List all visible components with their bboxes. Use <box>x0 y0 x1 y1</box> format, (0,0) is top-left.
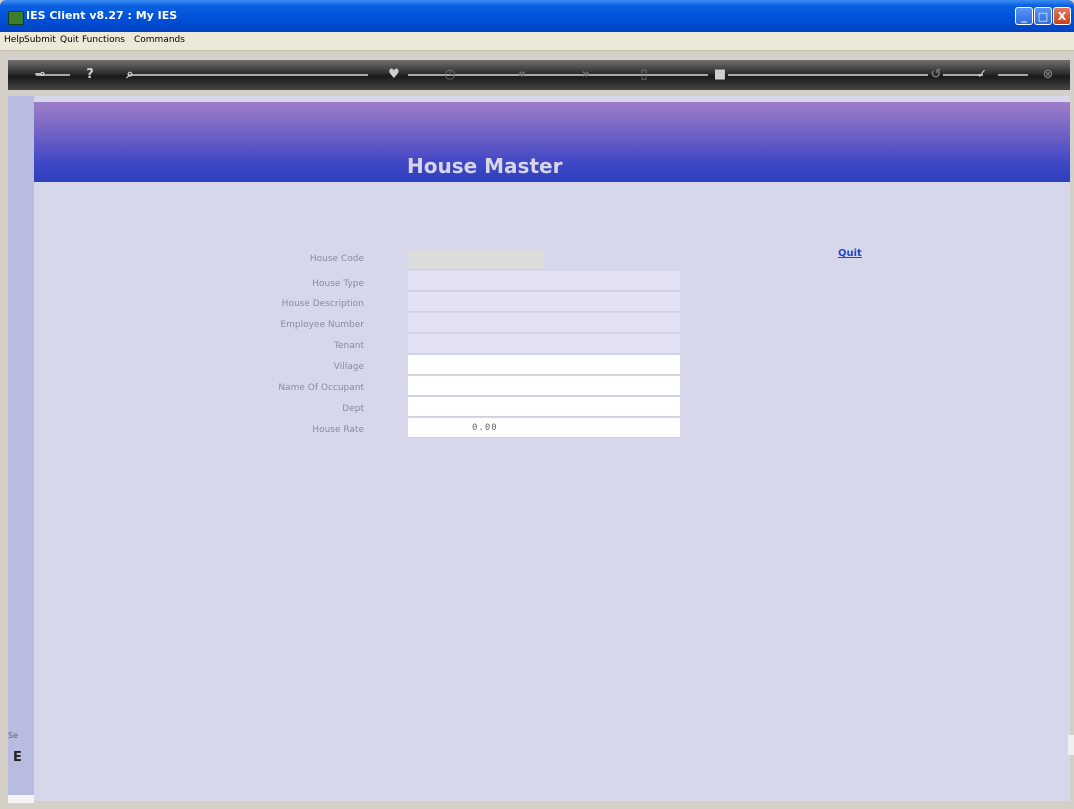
menu-commands[interactable]: Commands <box>134 35 185 45</box>
close-window-button[interactable]: X <box>1053 7 1071 25</box>
app-window: IES Client v8.27 : My IES _ □ X Help Sub… <box>0 0 1074 809</box>
header-banner: House Master <box>34 102 1070 182</box>
label-name-of-occupant: Name Of Occupant <box>278 383 364 393</box>
minimize-button[interactable]: _ <box>1015 7 1033 25</box>
section-label: Se <box>8 731 18 740</box>
document-icon[interactable]: ▯ <box>636 67 652 83</box>
app-icon <box>8 11 24 25</box>
close-icon[interactable]: ⊗ <box>1040 67 1056 83</box>
menu-functions[interactable]: Functions <box>82 35 125 45</box>
forward-icon[interactable]: » <box>578 67 594 83</box>
house-rate-value: 0.00 <box>472 423 498 433</box>
maximize-button[interactable]: □ <box>1034 7 1052 25</box>
check-icon[interactable]: ✓ <box>974 67 990 83</box>
label-house-code: House Code <box>309 254 364 264</box>
key-icon[interactable]: ⊸ <box>32 67 48 83</box>
toolbar-line <box>998 74 1028 76</box>
left-panel <box>8 96 34 801</box>
house-rate-field[interactable]: 0.00 <box>408 418 680 438</box>
window-title: IES Client v8.27 : My IES <box>26 9 178 22</box>
rewind-icon[interactable]: « <box>514 67 530 83</box>
toolbar-line <box>728 74 928 76</box>
house-type-field[interactable] <box>408 271 680 291</box>
tenant-field[interactable] <box>408 334 680 354</box>
quit-link[interactable]: Quit <box>838 248 862 259</box>
label-house-description: House Description <box>281 299 364 309</box>
label-house-type: House Type <box>312 279 364 289</box>
dept-field[interactable] <box>408 397 680 417</box>
search-icon[interactable]: ⌕ <box>122 67 138 83</box>
employee-number-field[interactable] <box>408 313 680 333</box>
toolbar-line <box>128 74 368 76</box>
page-title: House Master <box>407 154 563 178</box>
menu-submit[interactable]: Submit <box>24 35 56 45</box>
clock-icon[interactable]: ◷ <box>442 67 458 83</box>
main-content: House Master Quit House Code House Type … <box>34 96 1070 801</box>
label-employee-number: Employee Number <box>280 320 364 330</box>
help-icon[interactable]: ? <box>82 67 98 83</box>
title-bar[interactable]: IES Client v8.27 : My IES _ □ X <box>0 0 1074 32</box>
undo-icon[interactable]: ↺ <box>928 67 944 83</box>
menu-help[interactable]: Help <box>4 35 25 45</box>
label-tenant: Tenant <box>334 341 364 351</box>
village-field[interactable] <box>408 355 680 375</box>
house-code-field[interactable] <box>408 250 544 270</box>
stop-icon[interactable]: ■ <box>712 67 728 83</box>
label-house-rate: House Rate <box>312 425 364 435</box>
menu-quit[interactable]: Quit <box>60 35 79 45</box>
menu-bar: Help Submit Quit Functions Commands <box>0 32 1074 51</box>
side-app-icon[interactable]: E <box>13 750 22 765</box>
label-village: Village <box>333 362 364 372</box>
heart-icon[interactable]: ♥ <box>386 67 402 83</box>
toolbar: ⊸ ? ⌕ ♥ ◷ « » ▯ ■ ↺ ✓ ⊗ <box>8 60 1070 90</box>
name-of-occupant-field[interactable] <box>408 376 680 396</box>
label-dept: Dept <box>342 404 364 414</box>
scroll-edge <box>1068 735 1074 755</box>
status-strip <box>8 795 34 803</box>
house-description-field[interactable] <box>408 292 680 312</box>
